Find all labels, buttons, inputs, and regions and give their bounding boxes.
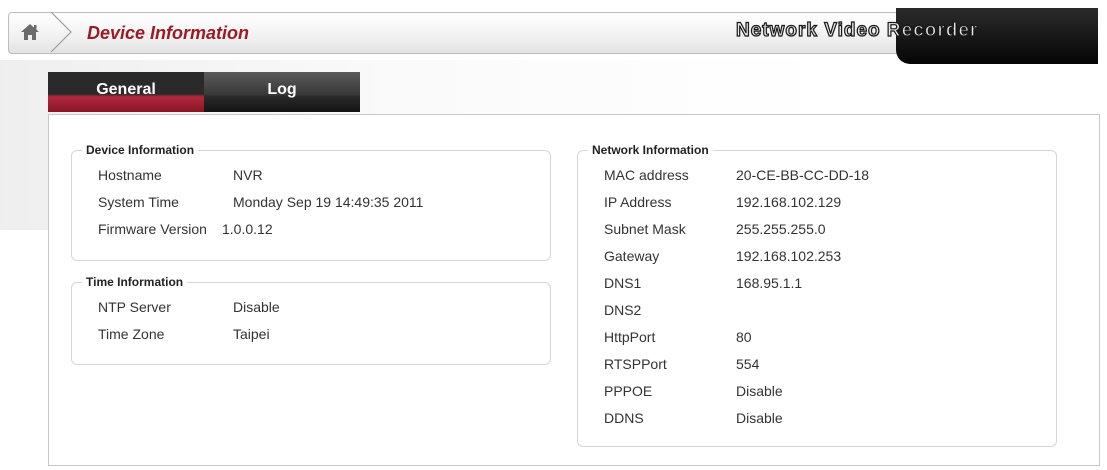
field-value: Disable [736,410,783,426]
field-label: Subnet Mask [604,221,686,237]
field-label: HttpPort [604,329,656,345]
network-information-legend: Network Information [592,143,709,157]
tab-log[interactable]: Log [204,72,360,112]
field-value: 20-CE-BB-CC-DD-18 [736,167,870,183]
device-information-legend: Device Information [86,143,195,157]
home-icon [21,24,39,40]
device-information-group: Device Information Hostname NVR System T… [71,143,551,261]
field-label: DDNS [604,410,644,426]
network-information-group: Network Information MAC address 20-CE-BB… [577,143,1057,447]
field-value: 192.168.102.253 [736,248,842,264]
field-value: 255.255.255.0 [736,221,826,237]
time-information-group: Time Information NTP Server Disable Time… [71,275,551,365]
field-value: 554 [736,356,760,372]
field-label: DNS1 [604,275,642,291]
field-label: Hostname [98,167,162,183]
field-label: System Time [98,194,179,210]
field-label: DNS2 [604,302,642,318]
field-label: Firmware Version [98,221,207,237]
field-value: NVR [233,167,263,183]
field-value: Disable [233,299,280,315]
field-label: NTP Server [98,299,171,315]
field-value: Taipei [233,326,270,342]
header: Device Information Network Video Recorde… [8,8,1098,64]
field-value: 192.168.102.129 [736,194,842,210]
tab-general[interactable]: General [48,72,204,112]
page-title: Device Information [87,23,250,43]
field-value: 168.95.1.1 [736,275,803,291]
field-value: Monday Sep 19 14:49:35 2011 [233,194,424,210]
field-label: Time Zone [98,326,165,342]
field-label: IP Address [604,194,672,210]
field-value: 80 [736,329,752,345]
general-panel: Device Information Hostname NVR System T… [48,114,1100,466]
field-label: MAC address [604,167,689,183]
field-label: PPPOE [604,383,653,399]
field-label: Gateway [604,248,660,264]
chevron-right-icon [50,12,72,52]
field-value: Disable [736,383,783,399]
field-value: 1.0.0.12 [222,221,273,237]
brand-logo-text: Network Video Recorder [735,19,979,41]
home-button[interactable] [9,13,51,51]
field-label: RTSPPort [604,356,667,372]
time-information-legend: Time Information [86,275,184,289]
tab-bar: General Log [48,72,360,112]
